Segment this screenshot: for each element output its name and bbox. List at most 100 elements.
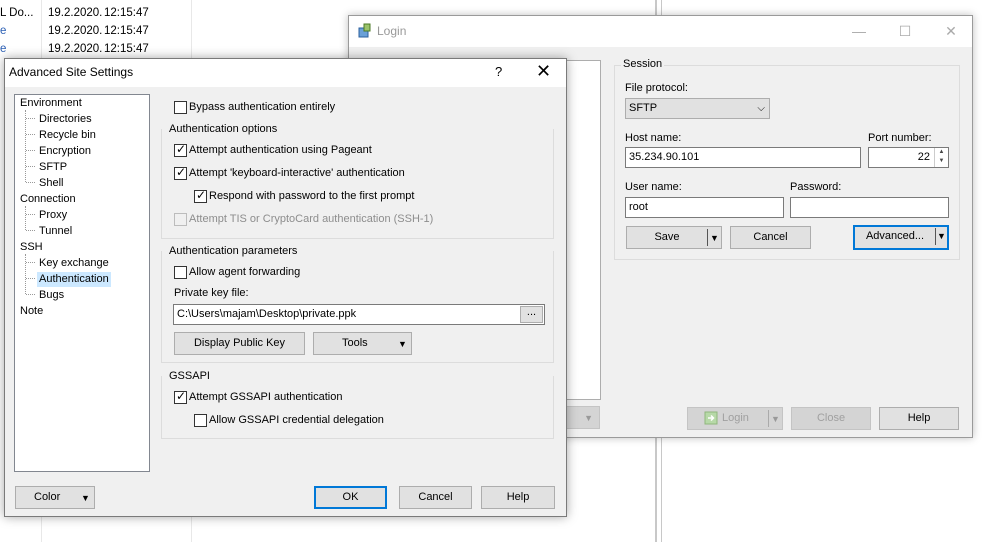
tree-item-directories[interactable]: Directories [39,112,92,127]
dropdown-arrow-icon: ▼ [398,339,407,349]
advanced-button[interactable]: Advanced... ▼ [853,225,949,250]
tree-item-connection[interactable]: Connection [20,192,76,207]
file-date: 19.2.2020. [48,43,103,55]
tools-button[interactable]: Tools ▼ [313,332,412,355]
tree-line [26,134,35,135]
login-title: Login [377,24,407,38]
gssapi-delegation-checkbox[interactable] [194,414,207,427]
close-button[interactable]: Close [791,407,871,430]
dropdown-arrow-icon[interactable]: ▼ [771,409,780,430]
tree-line [26,294,35,295]
tree-item-encryption[interactable]: Encryption [39,144,91,159]
split-divider [768,410,769,427]
private-key-value: C:\Users\majam\Desktop\private.ppk [177,308,357,320]
tree-line [26,166,35,167]
dialog-title-bar[interactable]: Advanced Site Settings ? ✕ [5,59,566,87]
maximize-icon[interactable]: ☐ [882,16,928,47]
spin-down-icon[interactable]: ▼ [935,157,948,166]
port-number-label: Port number: [868,132,932,144]
minimize-icon[interactable]: — [836,16,882,47]
keyboard-interactive-label: Attempt 'keyboard-interactive' authentic… [189,167,405,179]
tis-cryptocard-checkbox[interactable] [174,213,187,226]
tree-item-authentication[interactable]: Authentication [37,272,111,287]
file-date: 19.2.2020. [48,7,103,19]
tree-line [25,110,26,182]
split-divider [935,228,936,245]
spin-up-icon[interactable]: ▲ [935,148,948,157]
tree-line [26,214,35,215]
tree-item-environment[interactable]: Environment [20,96,82,111]
password-label: Password: [790,181,842,193]
login-button-label: Login [722,412,749,424]
advanced-button-label: Advanced... [865,230,925,242]
settings-tree[interactable]: Environment Directories Recycle bin Encr… [14,94,150,472]
winscp-app-icon [358,23,371,38]
login-title-bar[interactable]: Login — ☐ ✕ [349,16,972,47]
help-button[interactable]: Help [879,407,959,430]
agent-forwarding-label: Allow agent forwarding [189,266,301,278]
host-name-input[interactable]: 35.234.90.101 [625,147,861,168]
ok-button[interactable]: OK [314,486,387,509]
file-time: 12:15:47 [104,25,149,37]
cancel-button[interactable]: Cancel [730,226,811,249]
port-spin-buttons[interactable]: ▲ ▼ [934,148,948,167]
tree-item-recycle-bin[interactable]: Recycle bin [39,128,96,143]
file-time: 12:15:47 [104,7,149,19]
file-name: e [0,25,7,37]
tree-item-bugs[interactable]: Bugs [39,288,64,303]
help-icon[interactable]: ? [495,64,502,79]
gssapi-auth-label: Attempt GSSAPI authentication [189,391,343,403]
file-protocol-label: File protocol: [625,82,688,94]
tree-item-sftp[interactable]: SFTP [39,160,67,175]
gssapi-auth-checkbox[interactable] [174,389,187,404]
agent-forwarding-checkbox[interactable] [174,266,187,279]
tree-item-ssh[interactable]: SSH [20,240,43,255]
respond-password-checkbox[interactable] [194,188,207,203]
tree-item-shell[interactable]: Shell [39,176,63,191]
gssapi-delegation-label: Allow GSSAPI credential delegation [209,414,384,426]
tree-item-note[interactable]: Note [20,304,43,319]
pageant-checkbox[interactable] [174,142,187,157]
pageant-label: Attempt authentication using Pageant [189,144,372,156]
save-button[interactable]: Save ▼ [626,226,722,249]
tis-cryptocard-label: Attempt TIS or CryptoCard authentication… [189,213,434,225]
port-number-value: 22 [917,151,930,163]
dropdown-arrow-icon[interactable]: ▼ [937,227,946,246]
file-name: L Do... [0,7,34,19]
tree-line [26,278,35,279]
password-input[interactable] [790,197,949,218]
dropdown-arrow-icon[interactable]: ▼ [710,228,719,249]
user-name-input[interactable]: root [625,197,784,218]
cancel-button[interactable]: Cancel [399,486,472,509]
display-public-key-button[interactable]: Display Public Key [174,332,305,355]
tree-line [25,206,26,230]
tree-line [25,254,26,294]
close-icon[interactable]: ✕ [928,16,974,47]
tools-button-label: Tools [342,337,368,349]
tree-line [26,182,35,183]
file-date: 19.2.2020. [48,25,103,37]
gssapi-group [161,376,554,439]
file-protocol-select[interactable]: SFTP ⌵ [625,98,770,119]
private-key-label: Private key file: [174,287,249,299]
port-number-stepper[interactable]: 22 ▲ ▼ [868,147,949,168]
login-icon [704,411,718,425]
tree-line [26,262,35,263]
tree-item-key-exchange[interactable]: Key exchange [39,256,109,271]
respond-password-label: Respond with password to the first promp… [209,190,415,202]
login-button[interactable]: Login ▼ [687,407,783,430]
bypass-auth-checkbox[interactable] [174,101,187,114]
tree-item-tunnel[interactable]: Tunnel [39,224,72,239]
file-time: 12:15:47 [104,43,149,55]
color-button[interactable]: Color ▼ [15,486,95,509]
keyboard-interactive-checkbox[interactable] [174,165,187,180]
help-button[interactable]: Help [481,486,555,509]
file-protocol-value: SFTP [629,102,658,114]
bypass-auth-label: Bypass authentication entirely [189,101,336,113]
close-icon[interactable]: ✕ [536,61,551,82]
dropdown-arrow-icon: ▼ [81,493,90,503]
browse-key-button[interactable]: ... [520,306,543,323]
tree-item-proxy[interactable]: Proxy [39,208,67,223]
private-key-input[interactable]: C:\Users\majam\Desktop\private.ppk [173,304,545,325]
tree-line [26,150,35,151]
